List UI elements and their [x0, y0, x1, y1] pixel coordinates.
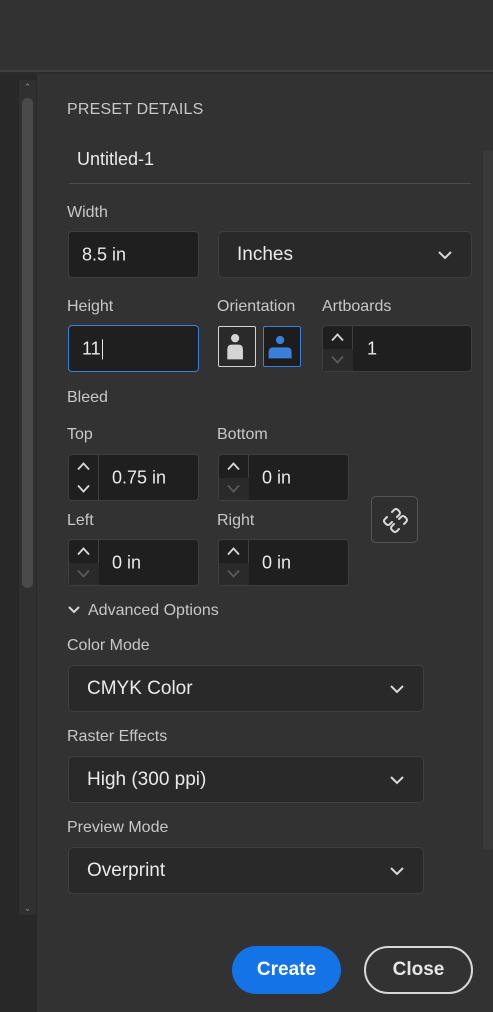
bleed-top-label: Top — [67, 426, 93, 443]
chevron-up-icon — [331, 333, 344, 342]
portrait-button[interactable] — [218, 326, 256, 367]
artboards-stepper[interactable]: 1 — [322, 325, 472, 372]
units-select[interactable]: Inches — [218, 231, 472, 278]
bleed-bottom-increment[interactable] — [219, 455, 249, 478]
color-mode-label: Color Mode — [67, 637, 150, 654]
bleed-top-decrement[interactable] — [69, 478, 99, 501]
bleed-right-value: 0 in — [262, 552, 292, 572]
bleed-top-increment[interactable] — [69, 455, 99, 478]
text-caret — [101, 339, 104, 360]
bleed-right-label: Right — [217, 512, 255, 529]
units-value: Inches — [237, 243, 293, 265]
bleed-left-stepper[interactable]: 0 in — [68, 539, 199, 586]
chevron-up-icon — [77, 462, 90, 471]
chevron-down-icon — [227, 569, 240, 578]
preview-mode-select[interactable]: Overprint — [68, 847, 424, 894]
landscape-icon — [268, 335, 292, 359]
unlink-icon — [383, 508, 408, 533]
chevron-down-icon — [390, 775, 404, 784]
left-scrollbar[interactable]: ⌃ ⌄ — [19, 80, 36, 915]
preview-mode-label: Preview Mode — [67, 819, 169, 836]
width-value: 8.5 in — [82, 244, 127, 264]
scroll-up-icon[interactable]: ⌃ — [19, 80, 36, 94]
bleed-bottom-stepper[interactable]: 0 in — [218, 454, 349, 501]
color-mode-select[interactable]: CMYK Color — [68, 665, 424, 712]
chevron-down-icon — [227, 484, 240, 493]
raster-effects-value: High (300 ppi) — [87, 768, 207, 790]
width-label: Width — [67, 204, 108, 221]
create-button[interactable]: Create — [232, 946, 341, 994]
chevron-down-icon — [390, 684, 404, 693]
stepper-buttons — [219, 540, 249, 585]
link-bleed-button[interactable] — [371, 496, 418, 543]
chevron-down-icon — [68, 606, 80, 614]
advanced-options-toggle[interactable]: Advanced Options — [67, 602, 219, 620]
preset-name-text: Untitled-1 — [77, 149, 155, 169]
artboards-decrement[interactable] — [323, 348, 353, 371]
right-scrollbar[interactable] — [483, 150, 493, 850]
width-input[interactable]: 8.5 in — [68, 231, 199, 278]
bleed-left-value: 0 in — [112, 552, 142, 572]
chevron-up-icon — [227, 462, 240, 471]
chevron-down-icon — [438, 250, 452, 259]
chevron-up-icon — [77, 547, 90, 556]
bleed-left-decrement[interactable] — [69, 562, 99, 585]
artboards-label: Artboards — [322, 298, 392, 315]
artboards-value: 1 — [367, 338, 378, 358]
section-title: PRESET DETAILS — [67, 101, 204, 118]
bleed-left-increment[interactable] — [69, 540, 99, 563]
height-input[interactable]: 11 — [68, 325, 199, 372]
bleed-top-value: 0.75 in — [112, 467, 167, 487]
scrollbar-thumb[interactable] — [22, 98, 33, 588]
height-label: Height — [67, 298, 114, 315]
bleed-bottom-label: Bottom — [217, 426, 268, 443]
bleed-right-stepper[interactable]: 0 in — [218, 539, 349, 586]
advanced-options-label: Advanced Options — [88, 602, 219, 619]
landscape-button[interactable] — [263, 326, 301, 367]
chevron-down-icon — [331, 355, 344, 364]
title-bar — [0, 0, 493, 72]
bleed-bottom-value: 0 in — [262, 467, 292, 487]
bleed-left-label: Left — [67, 512, 94, 529]
chevron-up-icon — [227, 547, 240, 556]
bleed-right-increment[interactable] — [219, 540, 249, 563]
bleed-right-decrement[interactable] — [219, 562, 249, 585]
bleed-label: Bleed — [67, 389, 108, 406]
bleed-bottom-decrement[interactable] — [219, 477, 249, 500]
height-value-wrap: 11 — [82, 337, 104, 360]
chevron-down-icon — [77, 484, 90, 493]
bleed-top-stepper[interactable]: 0.75 in — [68, 454, 199, 501]
scroll-down-icon[interactable]: ⌄ — [19, 901, 36, 915]
orientation-label: Orientation — [217, 298, 296, 315]
color-mode-value: CMYK Color — [87, 677, 193, 699]
raster-effects-select[interactable]: High (300 ppi) — [68, 756, 424, 803]
artboards-increment[interactable] — [323, 326, 353, 349]
chevron-down-icon — [390, 866, 404, 875]
preset-name-field[interactable]: Untitled-1 — [69, 141, 471, 184]
preview-mode-value: Overprint — [87, 859, 166, 881]
portrait-icon — [221, 329, 249, 361]
stepper-buttons — [219, 455, 249, 500]
raster-effects-label: Raster Effects — [67, 728, 168, 745]
close-button[interactable]: Close — [364, 946, 473, 994]
chevron-down-icon — [77, 569, 90, 578]
height-value: 11 — [82, 337, 101, 358]
stepper-buttons — [69, 540, 99, 585]
stepper-buttons — [323, 326, 353, 371]
stepper-buttons — [69, 455, 99, 500]
